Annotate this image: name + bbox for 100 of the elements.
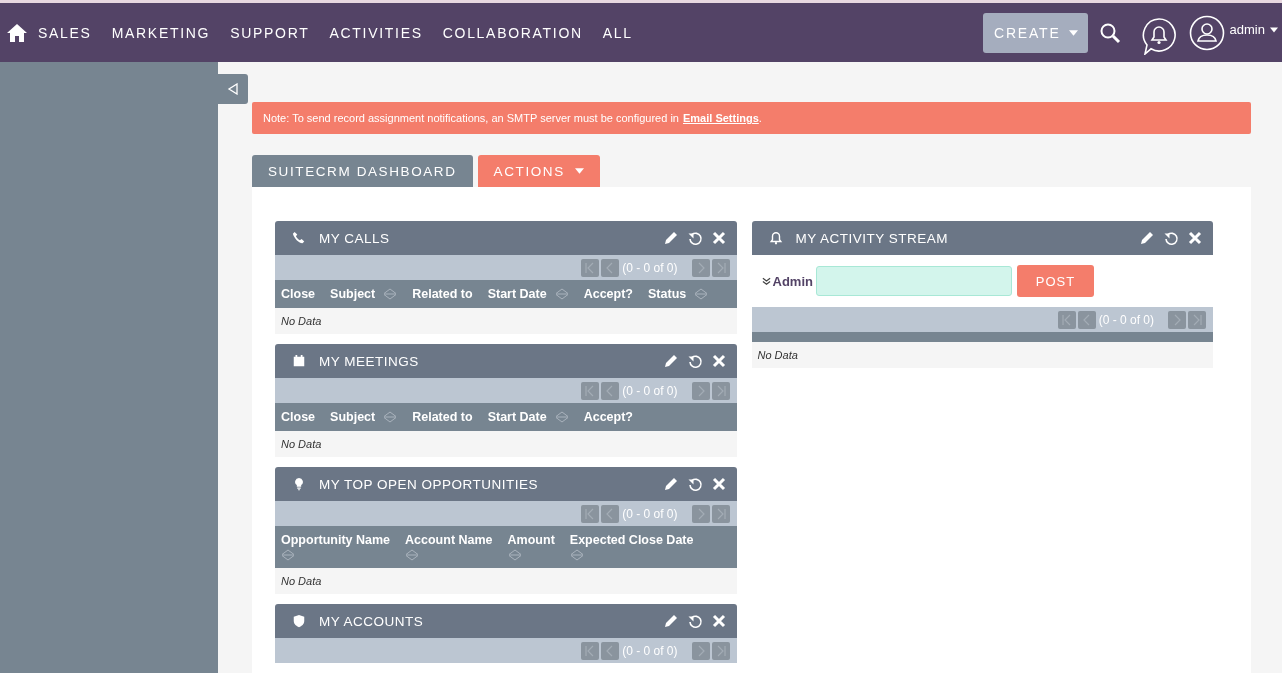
pencil-icon[interactable] <box>662 613 679 629</box>
column-header[interactable]: Subject <box>330 410 376 424</box>
next-page-icon[interactable] <box>691 381 710 400</box>
column-header[interactable]: Opportunity Name <box>281 533 391 547</box>
refresh-icon[interactable] <box>686 613 703 629</box>
no-data-text: No Data <box>281 438 322 450</box>
nav-menu-item[interactable]: ALL <box>602 24 633 41</box>
user-avatar-icon[interactable] <box>1188 14 1225 51</box>
next-page-icon[interactable] <box>1168 310 1186 329</box>
pagination-count: (0 - 0 of 0) <box>622 643 678 658</box>
column-header[interactable]: Expected Close Date <box>569 533 694 547</box>
dashlet-title: MY MEETINGS <box>319 353 420 369</box>
user-name: Admin <box>772 273 813 289</box>
search-icon[interactable] <box>1098 21 1121 44</box>
dashlet-title: MY TOP OPEN OPPORTUNITIES <box>319 476 540 492</box>
column-header[interactable]: Related to <box>412 410 473 424</box>
phone-icon <box>292 231 306 245</box>
no-data-text: No Data <box>757 349 798 361</box>
no-data-text: No Data <box>281 575 322 587</box>
pencil-icon[interactable] <box>662 353 679 369</box>
refresh-icon[interactable] <box>686 230 703 246</box>
notice-text: . <box>758 112 762 124</box>
sort-icon[interactable] <box>383 411 398 423</box>
email-settings-link[interactable]: Email Settings <box>683 112 759 124</box>
column-header[interactable]: Accept? <box>583 287 633 301</box>
caret-icon <box>1068 29 1078 36</box>
column-header[interactable]: Start Date <box>487 410 547 424</box>
close-icon[interactable] <box>710 353 727 369</box>
previous-page-icon[interactable] <box>601 258 620 277</box>
refresh-icon[interactable] <box>686 476 703 492</box>
last-page-icon[interactable] <box>1188 310 1206 329</box>
previous-page-icon[interactable] <box>601 381 620 400</box>
column-header[interactable]: Subject <box>330 287 376 301</box>
column-header[interactable]: Status <box>648 287 687 301</box>
previous-page-icon[interactable] <box>1077 310 1096 329</box>
sort-icon[interactable] <box>405 549 420 561</box>
bell-icon <box>768 231 783 245</box>
nav-menu-item[interactable]: SUPPORT <box>230 24 310 41</box>
pagination-count: (0 - 0 of 0) <box>622 260 678 275</box>
sort-icon[interactable] <box>554 288 569 300</box>
shield-icon <box>292 614 306 628</box>
column-header[interactable]: Account Name <box>405 533 493 547</box>
pencil-icon[interactable] <box>662 230 679 246</box>
sort-icon[interactable] <box>281 549 295 561</box>
close-icon[interactable] <box>1187 230 1203 246</box>
next-page-icon[interactable] <box>691 641 710 660</box>
column-header[interactable]: Amount <box>507 533 555 547</box>
nav-menu-item[interactable]: ACTIVITIES <box>329 24 423 41</box>
double-chevron-icon[interactable] <box>761 276 771 286</box>
sort-icon[interactable] <box>694 288 709 300</box>
column-header[interactable]: Accept? <box>583 410 633 424</box>
sidebar-toggle-button[interactable] <box>218 74 248 104</box>
last-page-icon[interactable] <box>711 381 730 400</box>
user-menu[interactable]: admin <box>1229 22 1278 37</box>
dashlet-title: MY ACCOUNTS <box>319 613 425 629</box>
first-page-icon[interactable] <box>581 381 600 400</box>
column-header[interactable]: Related to <box>412 287 473 301</box>
nav-menu-item[interactable]: MARKETING <box>111 24 211 41</box>
dashlet-title: MY ACTIVITY STREAM <box>795 230 950 246</box>
next-page-icon[interactable] <box>691 504 710 523</box>
dashlet-title: MY CALLS <box>319 230 391 246</box>
sort-icon[interactable] <box>507 549 522 561</box>
sort-icon[interactable] <box>569 549 584 561</box>
last-page-icon[interactable] <box>711 504 730 523</box>
previous-page-icon[interactable] <box>601 504 620 523</box>
refresh-icon[interactable] <box>1163 230 1179 246</box>
last-page-icon[interactable] <box>711 641 730 660</box>
last-page-icon[interactable] <box>711 258 730 277</box>
caret-icon <box>1270 26 1278 33</box>
close-icon[interactable] <box>710 476 727 492</box>
home-icon[interactable] <box>7 23 27 42</box>
post-button[interactable]: POST <box>1016 265 1094 297</box>
pagination-count: (0 - 0 of 0) <box>622 383 678 398</box>
column-header[interactable]: Close <box>281 410 316 424</box>
first-page-icon[interactable] <box>581 504 600 523</box>
column-header[interactable]: Start Date <box>487 287 547 301</box>
next-page-icon[interactable] <box>691 258 710 277</box>
calendar-icon <box>292 354 306 368</box>
notification-bell-icon[interactable] <box>1140 16 1177 55</box>
first-page-icon[interactable] <box>581 258 600 277</box>
sort-icon[interactable] <box>383 288 398 300</box>
refresh-icon[interactable] <box>686 353 703 369</box>
first-page-icon[interactable] <box>1057 310 1076 329</box>
pagination-count: (0 - 0 of 0) <box>1098 312 1154 327</box>
actions-menu-button[interactable]: ACTIONS <box>477 155 600 187</box>
post-input-field[interactable] <box>815 266 1012 296</box>
previous-page-icon[interactable] <box>601 641 620 660</box>
nav-menu-item[interactable]: SALES <box>38 24 92 41</box>
pencil-icon[interactable] <box>662 476 679 492</box>
pencil-icon[interactable] <box>1139 230 1155 246</box>
close-icon[interactable] <box>710 230 727 246</box>
no-data-text: No Data <box>281 315 322 327</box>
create-button[interactable]: CREATE <box>983 12 1088 53</box>
dashboard-tab[interactable]: SUITECRM DASHBOARD <box>252 155 473 187</box>
sort-icon[interactable] <box>554 411 569 423</box>
close-icon[interactable] <box>710 613 727 629</box>
nav-menu-item[interactable]: COLLABORATION <box>442 24 583 41</box>
collapse-arrow-icon <box>227 83 239 95</box>
column-header[interactable]: Close <box>281 287 316 301</box>
first-page-icon[interactable] <box>581 641 600 660</box>
